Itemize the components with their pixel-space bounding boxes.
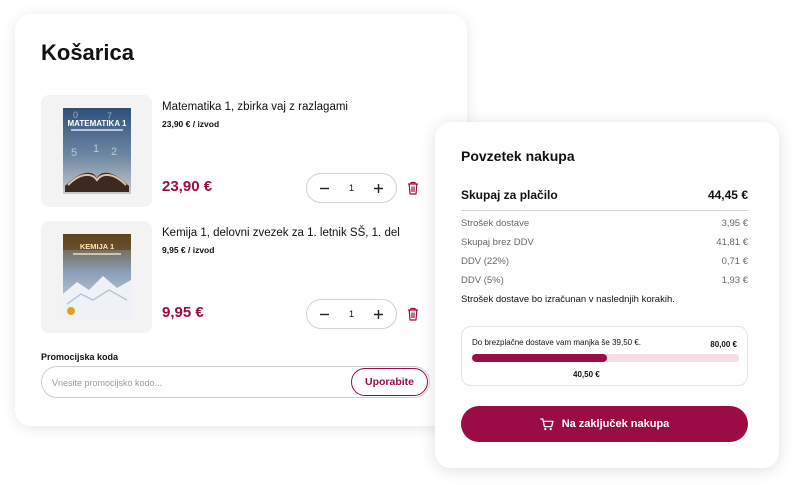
summary-row-value: 0,71 € bbox=[721, 256, 748, 267]
product-unit-price: 23,90 € / izvod bbox=[162, 119, 220, 129]
promo-code-label: Promocijska koda bbox=[41, 352, 119, 362]
book-cover-image: 0 7 MATEMATIKA 1 5 1 2 bbox=[63, 108, 131, 194]
checkout-button[interactable]: Na zaključek nakupa bbox=[461, 406, 748, 442]
quantity-stepper: 1 bbox=[306, 173, 397, 203]
trash-icon[interactable] bbox=[407, 181, 419, 195]
order-summary-card: Povzetek nakupa Skupaj za plačilo 44,45 … bbox=[435, 122, 779, 468]
cart-card: Košarica 0 7 MATEMATIKA 1 5 1 2 Matemati… bbox=[15, 14, 467, 426]
increase-quantity-button[interactable] bbox=[372, 181, 386, 195]
summary-row: DDV (22%) 0,71 € bbox=[461, 256, 748, 267]
book-cover-image: KEMIJA 1 bbox=[63, 234, 131, 320]
summary-row-value: 1,93 € bbox=[721, 275, 748, 286]
checkout-label: Na zaključek nakupa bbox=[561, 418, 670, 430]
decrease-quantity-button[interactable] bbox=[317, 181, 331, 195]
summary-row-label: Skupaj brez DDV bbox=[461, 237, 534, 248]
product-unit-price: 9,95 € / izvod bbox=[162, 245, 215, 255]
plus-icon bbox=[374, 309, 384, 319]
svg-text:1: 1 bbox=[93, 143, 99, 155]
decrease-quantity-button[interactable] bbox=[317, 307, 331, 321]
promo-code-input[interactable] bbox=[52, 375, 332, 391]
progress-current-value: 40,50 € bbox=[573, 370, 600, 379]
total-value: 44,45 € bbox=[707, 188, 748, 202]
summary-row-label: Strošek dostave bbox=[461, 218, 530, 229]
apply-promo-button[interactable]: Uporabite bbox=[351, 368, 428, 396]
svg-text:KEMIJA 1: KEMIJA 1 bbox=[80, 242, 114, 251]
promo-code-box: Uporabite bbox=[41, 366, 430, 398]
total-row: Skupaj za plačilo 44,45 € bbox=[461, 188, 748, 202]
product-thumbnail[interactable]: KEMIJA 1 bbox=[41, 221, 152, 333]
product-price: 9,95 € bbox=[162, 304, 204, 321]
trash-icon[interactable] bbox=[407, 307, 419, 321]
summary-title: Povzetek nakupa bbox=[461, 148, 575, 164]
free-shipping-message: Do brezplačne dostave vam manjka še 39,5… bbox=[472, 338, 641, 347]
summary-divider bbox=[461, 210, 748, 211]
product-name[interactable]: Kemija 1, delovni zvezek za 1. letnik SŠ… bbox=[162, 227, 400, 239]
progress-fill bbox=[472, 354, 608, 362]
cart-item: KEMIJA 1 Kemija 1, delovni zvezek za 1. … bbox=[41, 221, 441, 333]
shipping-note: Strošek dostave bo izračunan v naslednji… bbox=[461, 294, 675, 305]
quantity-value: 1 bbox=[348, 182, 355, 194]
minus-icon bbox=[319, 187, 329, 189]
plus-icon bbox=[374, 183, 384, 193]
minus-icon bbox=[319, 313, 329, 315]
total-label: Skupaj za plačilo bbox=[461, 188, 558, 202]
increase-quantity-button[interactable] bbox=[372, 307, 386, 321]
quantity-stepper: 1 bbox=[306, 299, 397, 329]
summary-row-label: DDV (22%) bbox=[461, 256, 510, 267]
product-price: 23,90 € bbox=[162, 178, 213, 195]
product-name[interactable]: Matematika 1, zbirka vaj z razlagami bbox=[162, 101, 348, 113]
summary-row-value: 41,81 € bbox=[716, 237, 748, 248]
svg-text:MATEMATIKA 1: MATEMATIKA 1 bbox=[68, 119, 128, 128]
cart-icon bbox=[539, 417, 554, 430]
free-shipping-progress-box: Do brezplačne dostave vam manjka še 39,5… bbox=[461, 326, 748, 386]
product-thumbnail[interactable]: 0 7 MATEMATIKA 1 5 1 2 bbox=[41, 95, 152, 207]
svg-text:2: 2 bbox=[111, 146, 117, 158]
summary-row-label: DDV (5%) bbox=[461, 275, 504, 286]
cart-item: 0 7 MATEMATIKA 1 5 1 2 Matematika 1, zbi… bbox=[41, 95, 441, 207]
free-shipping-goal: 80,00 € bbox=[710, 340, 737, 349]
summary-row: DDV (5%) 1,93 € bbox=[461, 275, 748, 286]
cart-title: Košarica bbox=[41, 40, 134, 65]
progress-track bbox=[472, 354, 739, 362]
summary-row: Skupaj brez DDV 41,81 € bbox=[461, 237, 748, 248]
summary-row-value: 3,95 € bbox=[721, 218, 748, 229]
summary-row: Strošek dostave 3,95 € bbox=[461, 218, 748, 229]
svg-text:5: 5 bbox=[71, 147, 77, 159]
quantity-value: 1 bbox=[348, 308, 355, 320]
